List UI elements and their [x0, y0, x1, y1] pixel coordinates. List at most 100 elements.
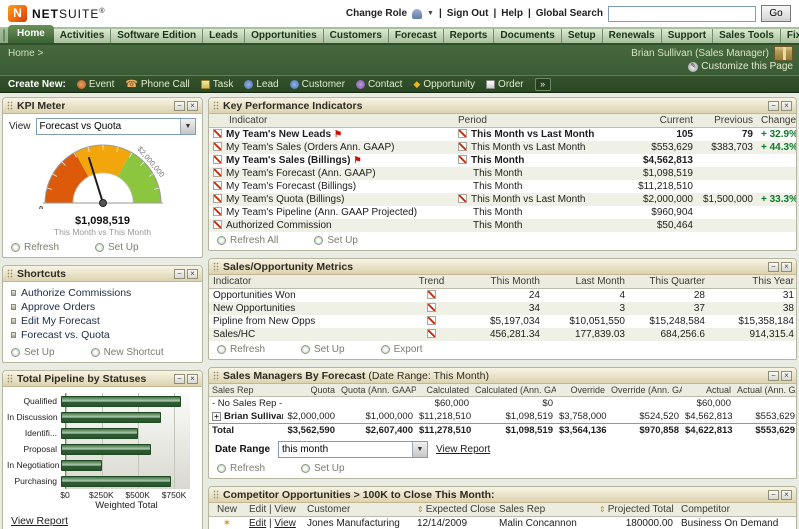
close-button[interactable]: ×: [187, 269, 198, 279]
drag-handle-icon[interactable]: [7, 101, 13, 111]
kpi-meter-view-select[interactable]: Forecast vs Quota ▼: [36, 118, 197, 135]
tab-forecast[interactable]: Forecast: [389, 29, 444, 43]
kpi-graph-icon[interactable]: [213, 155, 222, 164]
drag-handle-icon[interactable]: [213, 371, 219, 381]
create-phone-call-link[interactable]: ☎Phone Call: [125, 79, 189, 90]
tab-documents[interactable]: Documents: [494, 29, 561, 43]
refresh-link[interactable]: Refresh: [217, 344, 265, 355]
column-header[interactable]: Change: [757, 114, 797, 128]
kpi-graph-icon[interactable]: [213, 207, 222, 216]
close-button[interactable]: ×: [187, 374, 198, 384]
setup-link[interactable]: Set Up: [301, 463, 345, 474]
tab-fixes-and-features[interactable]: Fixes and Features: [781, 29, 799, 43]
nav-home-icon[interactable]: [3, 29, 5, 42]
close-button[interactable]: ×: [781, 490, 792, 500]
global-search-input[interactable]: [608, 6, 756, 22]
period-icon[interactable]: [458, 142, 467, 151]
export-link[interactable]: Export: [381, 344, 423, 355]
column-header[interactable]: Override: [556, 384, 608, 397]
column-header[interactable]: ⇕Projected Total: [595, 503, 677, 517]
column-header[interactable]: Indicator: [209, 114, 454, 128]
column-header[interactable]: Actual (Ann. GAAP): [734, 384, 797, 397]
tab-support[interactable]: Support: [662, 29, 713, 43]
shortcut-authorize-commissions[interactable]: Authorize Commissions: [11, 286, 194, 300]
period-icon[interactable]: [458, 129, 467, 138]
shortcut-approve-orders[interactable]: Approve Orders: [11, 300, 194, 314]
period-icon[interactable]: [458, 194, 467, 203]
tab-home[interactable]: Home: [8, 25, 54, 43]
column-header[interactable]: Quota: [283, 384, 338, 397]
change-role-link[interactable]: Change Role: [346, 8, 407, 19]
setup-link[interactable]: Set Up: [314, 235, 358, 246]
forecast-titlebar[interactable]: Sales Managers By Forecast (Date Range: …: [209, 368, 796, 384]
drag-handle-icon[interactable]: [7, 374, 13, 384]
column-header[interactable]: Actual: [682, 384, 734, 397]
create-event-link[interactable]: Event: [77, 79, 115, 90]
drag-handle-icon[interactable]: [213, 490, 219, 500]
trend-icon[interactable]: [427, 303, 436, 312]
kpi-graph-icon[interactable]: [213, 129, 222, 138]
breadcrumb[interactable]: Home >: [8, 48, 43, 59]
column-header[interactable]: Customer: [303, 503, 413, 517]
new-record-icon[interactable]: ✶: [223, 518, 231, 529]
kpi-meter-titlebar[interactable]: KPI Meter − ×: [3, 98, 202, 114]
tab-customers[interactable]: Customers: [324, 29, 389, 43]
column-header[interactable]: Previous: [697, 114, 757, 128]
pipeline-bar[interactable]: [61, 476, 171, 487]
shortcuts-titlebar[interactable]: Shortcuts − ×: [3, 266, 202, 282]
kpi-titlebar[interactable]: Key Performance Indicators − ×: [209, 98, 796, 114]
column-header[interactable]: Edit | View: [245, 503, 303, 517]
expand-row-button[interactable]: +: [212, 412, 221, 421]
pipeline-bar[interactable]: [61, 412, 161, 423]
competitor-titlebar[interactable]: Competitor Opportunities > 100K to Close…: [209, 487, 796, 503]
minimize-button[interactable]: −: [174, 374, 185, 384]
tab-renewals[interactable]: Renewals: [603, 29, 662, 43]
trend-icon[interactable]: [427, 290, 436, 299]
date-range-select[interactable]: this month ▼: [278, 441, 428, 458]
trend-icon[interactable]: [427, 316, 436, 325]
tab-setup[interactable]: Setup: [562, 29, 603, 43]
view-link[interactable]: View: [274, 518, 296, 529]
column-header[interactable]: Competitor: [677, 503, 797, 517]
setup-link[interactable]: Set Up: [301, 344, 345, 355]
column-header[interactable]: Override (Ann. GAAP): [608, 384, 682, 397]
refresh-all-link[interactable]: Refresh All: [217, 235, 278, 246]
shortcut-forecast-vs-quota[interactable]: Forecast vs. Quota: [11, 328, 194, 342]
column-header[interactable]: Calculated: [416, 384, 472, 397]
tab-reports[interactable]: Reports: [444, 29, 495, 43]
drag-handle-icon[interactable]: [213, 262, 219, 272]
column-header[interactable]: This Month: [459, 275, 544, 289]
column-header[interactable]: Current: [622, 114, 697, 128]
create-customer-link[interactable]: Customer: [290, 79, 345, 90]
sort-icon[interactable]: ⇕: [417, 505, 424, 514]
dropdown-button[interactable]: ▼: [412, 442, 427, 457]
trend-icon[interactable]: [427, 329, 436, 338]
role-icon[interactable]: [412, 9, 422, 19]
view-report-link[interactable]: View Report: [3, 511, 76, 527]
minimize-button[interactable]: −: [174, 269, 185, 279]
pipeline-bar[interactable]: [61, 460, 102, 471]
refresh-link[interactable]: Refresh: [11, 242, 59, 253]
create-lead-link[interactable]: Lead: [244, 79, 278, 90]
tab-opportunities[interactable]: Opportunities: [245, 29, 324, 43]
tab-activities[interactable]: Activities: [54, 29, 111, 43]
column-header[interactable]: Sales Rep: [495, 503, 595, 517]
column-header[interactable]: This Quarter: [629, 275, 709, 289]
column-header[interactable]: Last Month: [544, 275, 629, 289]
go-button[interactable]: Go: [761, 5, 791, 22]
pipeline-titlebar[interactable]: Total Pipeline by Statuses − ×: [3, 371, 202, 387]
kpi-graph-icon[interactable]: [213, 142, 222, 151]
setup-link[interactable]: Set Up: [95, 242, 139, 253]
minimize-button[interactable]: −: [768, 262, 779, 272]
minimize-button[interactable]: −: [768, 101, 779, 111]
role-dropdown-icon[interactable]: ▼: [427, 10, 434, 17]
tab-leads[interactable]: Leads: [203, 29, 245, 43]
column-header[interactable]: Indicator: [209, 275, 404, 289]
column-header[interactable]: Quota (Ann. GAAP): [338, 384, 416, 397]
refresh-link[interactable]: Refresh: [217, 463, 265, 474]
kpi-graph-icon[interactable]: [213, 194, 222, 203]
minimize-button[interactable]: −: [768, 490, 779, 500]
tab-sales-tools[interactable]: Sales Tools: [713, 29, 781, 43]
sign-out-link[interactable]: Sign Out: [447, 8, 489, 19]
column-header[interactable]: New: [209, 503, 245, 517]
